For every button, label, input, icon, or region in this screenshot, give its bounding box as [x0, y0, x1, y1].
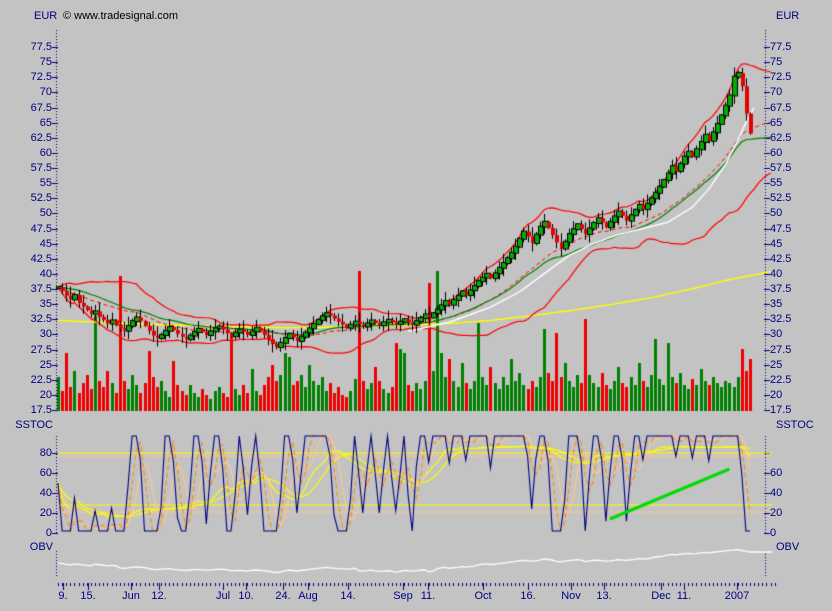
price-tick-label-left: 52.5	[14, 192, 52, 204]
date-label: 12.	[141, 590, 177, 602]
price-tick-label-right: 35	[770, 298, 782, 310]
price-tick-label-right: 27.5	[770, 344, 791, 356]
date-label: Nov	[553, 590, 589, 602]
currency-label-right: EUR	[776, 10, 799, 22]
price-tick-label-right: 50	[770, 207, 782, 219]
date-label: 11.	[410, 590, 446, 602]
date-label: Aug	[290, 590, 326, 602]
price-tick-label-right: 62.5	[770, 132, 791, 144]
price-tick-label-left: 62.5	[14, 132, 52, 144]
date-label: 14.	[330, 590, 366, 602]
price-tick-label-right: 47.5	[770, 223, 791, 235]
price-tick-label-left: 37.5	[14, 283, 52, 295]
price-tick-label-right: 70	[770, 86, 782, 98]
price-tick-label-left: 22.5	[14, 374, 52, 386]
price-tick-label-right: 32.5	[770, 313, 791, 325]
price-tick-label-left: 75	[14, 56, 52, 68]
sstoc-tick-label-left: 60	[14, 467, 52, 479]
date-label: 16.	[510, 590, 546, 602]
sstoc-tick-label-left: 0	[14, 527, 52, 539]
price-tick-label-left: 55	[14, 177, 52, 189]
sstoc-tick-label-left: 40	[14, 487, 52, 499]
price-tick-label-right: 67.5	[770, 102, 791, 114]
price-tick-label-right: 40	[770, 268, 782, 280]
price-tick-label-left: 20	[14, 389, 52, 401]
price-tick-label-right: 72.5	[770, 71, 791, 83]
price-tick-label-left: 45	[14, 238, 52, 250]
price-tick-label-right: 60	[770, 147, 782, 159]
price-tick-label-left: 67.5	[14, 102, 52, 114]
price-tick-label-right: 17.5	[770, 404, 791, 416]
price-tick-label-left: 57.5	[14, 162, 52, 174]
price-tick-label-right: 20	[770, 389, 782, 401]
date-label: 10.	[228, 590, 264, 602]
price-tick-label-left: 70	[14, 86, 52, 98]
price-tick-label-left: 77.5	[14, 41, 52, 53]
price-tick-label-left: 65	[14, 117, 52, 129]
sstoc-tick-label-right: 0	[770, 527, 776, 539]
sstoc-tick-label-right: 40	[770, 487, 782, 499]
date-label: 15.	[70, 590, 106, 602]
price-tick-label-left: 40	[14, 268, 52, 280]
price-tick-label-right: 65	[770, 117, 782, 129]
sstoc-panel-label-left: SSTOC	[8, 419, 53, 431]
sstoc-tick-label-right: 60	[770, 467, 782, 479]
price-tick-label-right: 57.5	[770, 162, 791, 174]
chart-root: EUR © www.tradesignal.com EUR SSTOC SSTO…	[0, 0, 832, 611]
price-tick-label-left: 50	[14, 207, 52, 219]
sstoc-tick-label-right: 20	[770, 507, 782, 519]
date-label: Oct	[465, 590, 501, 602]
date-label: 2007	[719, 590, 755, 602]
price-tick-label-right: 42.5	[770, 253, 791, 265]
price-tick-label-left: 27.5	[14, 344, 52, 356]
price-tick-label-left: 17.5	[14, 404, 52, 416]
sstoc-tick-label-left: 20	[14, 507, 52, 519]
copyright-watermark: © www.tradesignal.com	[63, 10, 178, 22]
price-tick-label-left: 60	[14, 147, 52, 159]
sstoc-tick-label-left: 80	[14, 447, 52, 459]
price-tick-label-left: 72.5	[14, 71, 52, 83]
obv-panel-label-left: OBV	[8, 541, 53, 553]
price-tick-label-left: 32.5	[14, 313, 52, 325]
price-tick-label-right: 45	[770, 238, 782, 250]
price-tick-label-left: 25	[14, 359, 52, 371]
price-tick-label-right: 22.5	[770, 374, 791, 386]
sstoc-panel-label-right: SSTOC	[776, 419, 814, 431]
price-tick-label-right: 30	[770, 328, 782, 340]
price-tick-label-right: 37.5	[770, 283, 791, 295]
price-tick-label-left: 30	[14, 328, 52, 340]
date-label: 13.	[586, 590, 622, 602]
obv-panel-label-right: OBV	[776, 541, 799, 553]
price-tick-label-left: 47.5	[14, 223, 52, 235]
price-tick-label-right: 77.5	[770, 41, 791, 53]
price-tick-label-right: 55	[770, 177, 782, 189]
price-tick-label-left: 42.5	[14, 253, 52, 265]
price-tick-label-left: 35	[14, 298, 52, 310]
chart-canvas	[0, 0, 832, 611]
price-tick-label-right: 52.5	[770, 192, 791, 204]
date-label: 11.	[666, 590, 702, 602]
price-tick-label-right: 25	[770, 359, 782, 371]
currency-label-left: EUR	[34, 10, 57, 22]
price-tick-label-right: 75	[770, 56, 782, 68]
